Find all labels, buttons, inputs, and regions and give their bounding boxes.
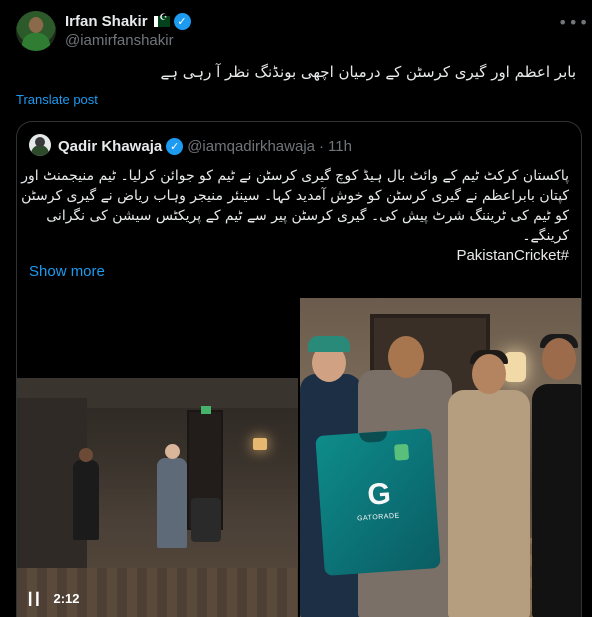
video-controls: ▎▎ 2:12 (29, 591, 80, 606)
tweet: Irfan Shakir ✓ @iamirfanshakir ••• بابر … (0, 0, 592, 617)
author-handle[interactable]: @iamirfanshakir (65, 32, 191, 49)
pause-icon[interactable]: ▎▎ (29, 592, 46, 606)
hashtag-link[interactable]: #PakistanCricket (456, 247, 569, 264)
person-figure (448, 350, 530, 617)
quoted-text-line: پاکستان کرکٹ ٹیم کے وائٹ بال ہیڈ کوچ گیر… (21, 168, 569, 184)
person-figure (73, 448, 99, 540)
jersey-sponsor-text: GATORADE (356, 512, 400, 523)
quoted-author-display-name[interactable]: Qadir Khawaja (58, 138, 162, 155)
team-jersey: G GATORADE (315, 428, 441, 576)
quoted-post[interactable]: Qadir Khawaja ✓ @iamqadirkhawaja · 11h پ… (16, 121, 582, 617)
quoted-text-line: کرینگے۔ (522, 228, 569, 244)
person-figure (157, 444, 187, 548)
quoted-author-info: Qadir Khawaja ✓ @iamqadirkhawaja · 11h (58, 136, 352, 156)
team-badge-icon (394, 443, 410, 461)
separator-dot: · (319, 137, 324, 155)
person-figure (532, 334, 581, 617)
video-thumbnail[interactable]: ▎▎ 2:12 (17, 378, 298, 617)
video-duration: 2:12 (53, 591, 80, 606)
pakistan-flag-icon (153, 13, 170, 27)
author-info: Irfan Shakir ✓ @iamirfanshakir (65, 11, 191, 49)
quoted-post-text: پاکستان کرکٹ ٹیم کے وائٹ بال ہیڈ کوچ گیر… (21, 166, 569, 266)
verified-badge-icon[interactable]: ✓ (173, 12, 191, 30)
author-avatar[interactable] (16, 11, 56, 51)
quoted-text-line: کو ٹیم کی ٹریننگ شرٹ پیش کی۔ گیری کرسٹن … (46, 208, 569, 224)
luggage (191, 498, 221, 542)
quoted-author-handle[interactable]: @iamqadirkhawaja (187, 138, 315, 155)
more-options-icon[interactable]: ••• (558, 14, 588, 32)
post-text: بابر اعظم اور گیری کرسٹن کے درمیان اچھی … (160, 63, 576, 81)
quoted-post-time[interactable]: 11h (328, 138, 352, 155)
quoted-text-line: کپتان بابراعظم نے گیری کرسٹن کو خوش آمدی… (21, 188, 569, 204)
photo[interactable]: G GATORADE (300, 298, 581, 617)
translate-post-link[interactable]: Translate post (16, 92, 98, 107)
gatorade-logo-icon: G (366, 477, 392, 512)
author-display-name[interactable]: Irfan Shakir (65, 13, 148, 30)
verified-badge-icon[interactable]: ✓ (166, 137, 184, 155)
quoted-author-avatar[interactable] (29, 134, 51, 156)
show-more-link[interactable]: Show more (29, 263, 105, 280)
